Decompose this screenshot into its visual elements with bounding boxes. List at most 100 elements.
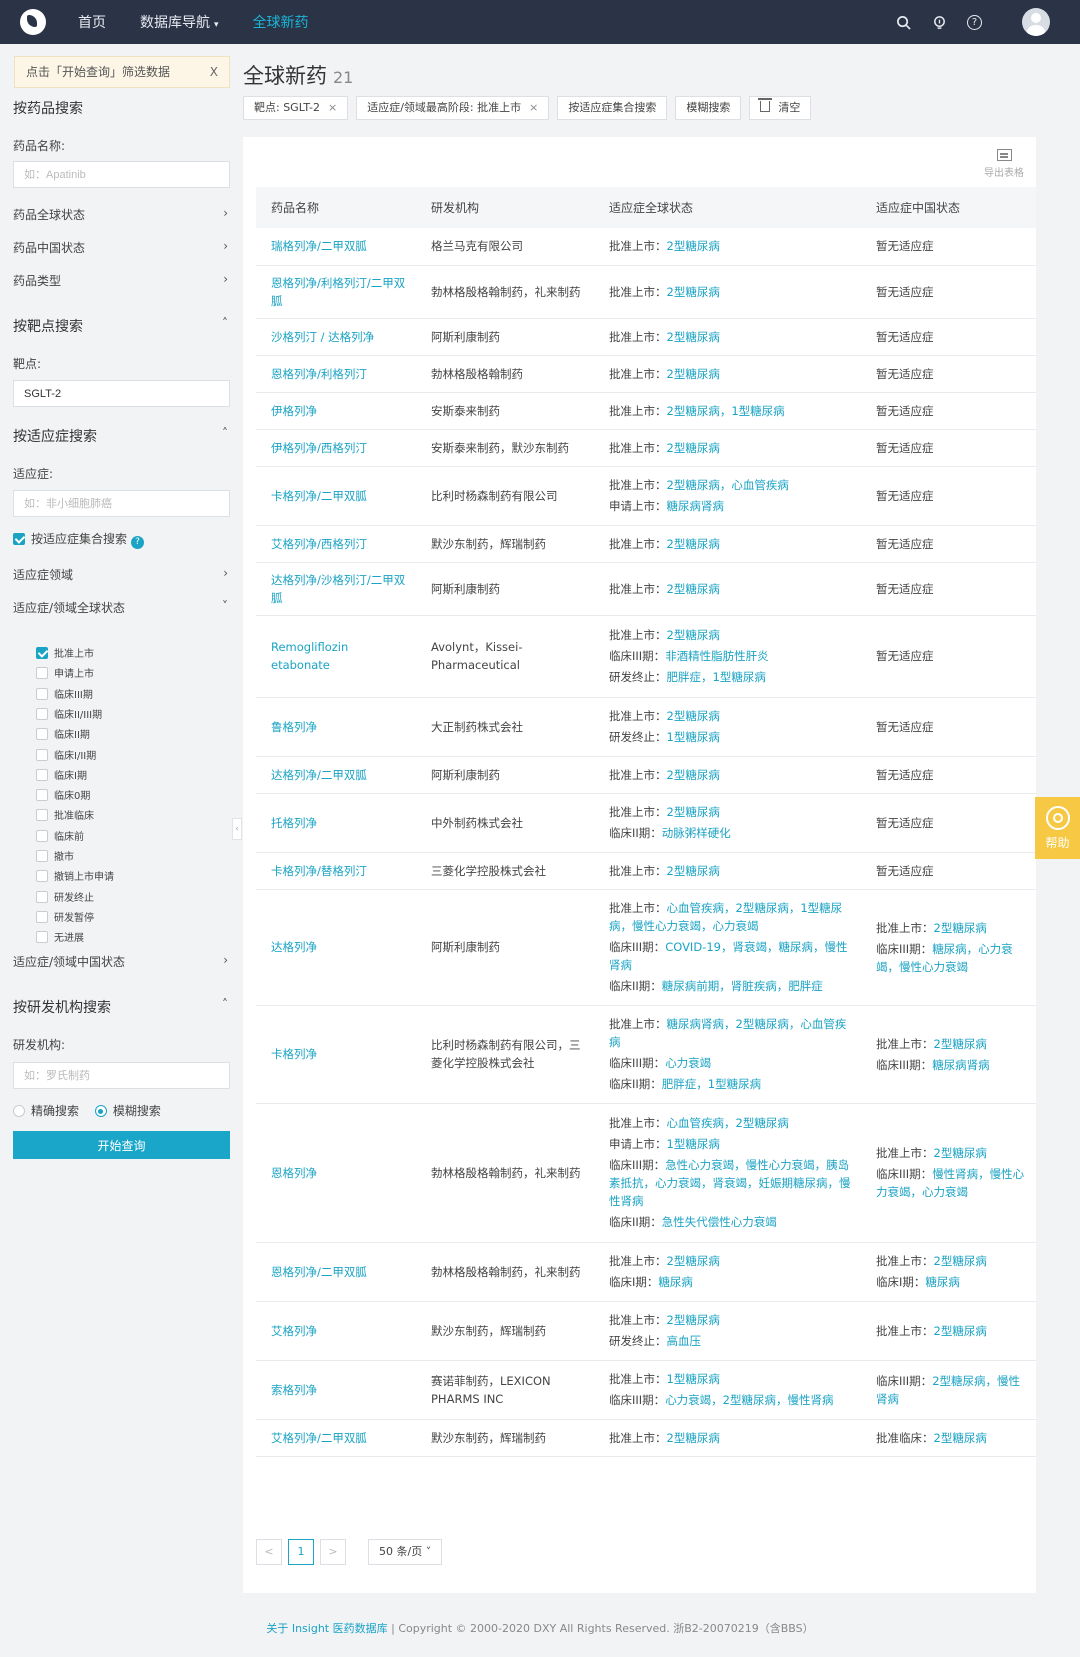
indication-link[interactable]: 急性失代偿性心力衰竭	[662, 1215, 777, 1229]
checkbox[interactable]	[36, 789, 48, 802]
indication-input[interactable]	[13, 490, 230, 517]
indication-link[interactable]: 心力衰竭	[665, 1056, 711, 1070]
drug-name-link[interactable]: 艾格列净	[256, 1301, 416, 1361]
indication-link[interactable]: 肥胖症，1型糖尿病	[667, 670, 766, 684]
indication-link[interactable]: 2型糖尿病	[667, 582, 720, 596]
indication-link[interactable]: 2型糖尿病	[667, 768, 720, 782]
indication-link[interactable]: 1型糖尿病	[667, 1372, 720, 1386]
checkbox[interactable]	[36, 667, 48, 680]
drug-name-input[interactable]	[13, 161, 230, 188]
checkbox[interactable]	[36, 910, 48, 923]
drug-name-link[interactable]: 瑞格列净/二甲双胍	[256, 228, 416, 266]
indication-link[interactable]: 糖尿病	[925, 1275, 960, 1289]
checkbox[interactable]	[36, 728, 48, 741]
indication-link[interactable]: 2型糖尿病，1型糖尿病	[667, 404, 785, 418]
drug-name-link[interactable]: 恩格列净/利格列汀/二甲双胍	[256, 265, 416, 319]
indication-link[interactable]: 2型糖尿病	[667, 1313, 720, 1327]
nav-database[interactable]: 数据库导航 ▾	[140, 12, 219, 32]
close-icon[interactable]: ×	[529, 101, 538, 114]
indication-link[interactable]: 2型糖尿病	[934, 1324, 987, 1338]
filter-chip[interactable]: 适应症/领域最高阶段: 批准上市 ×	[356, 96, 550, 120]
help-icon[interactable]: ?	[131, 536, 145, 549]
indication-link[interactable]: 肥胖症，1型糖尿病	[662, 1077, 761, 1091]
drug-name-link[interactable]: 达格列净/沙格列汀/二甲双胍	[256, 562, 416, 616]
indication-link[interactable]: 非酒精性脂肪性肝炎	[665, 649, 769, 663]
start-query-button[interactable]: 开始查询	[13, 1131, 230, 1159]
org-input[interactable]	[13, 1062, 230, 1089]
indication-link[interactable]: 2型糖尿病	[667, 628, 720, 642]
checkbox[interactable]	[36, 647, 48, 659]
indication-link[interactable]: 2型糖尿病	[934, 921, 987, 935]
indication-link[interactable]: 2型糖尿病	[667, 709, 720, 723]
drug-name-link[interactable]: 伊格列净/西格列汀	[256, 429, 416, 467]
lightbulb-icon[interactable]	[931, 14, 947, 30]
checkbox[interactable]	[36, 931, 48, 944]
drug-name-link[interactable]: 鲁格列净	[256, 697, 416, 757]
status-checkbox-item[interactable]: 批准上市	[36, 645, 94, 660]
checkbox[interactable]	[36, 707, 48, 720]
indication-link[interactable]: 糖尿病前期，肾脏疾病，肥胖症	[662, 979, 823, 993]
sidebar-collapse-toggle[interactable]: ‹	[232, 818, 242, 840]
indication-link[interactable]: 2型糖尿病	[667, 239, 720, 253]
status-checkbox-item[interactable]: 临床II期	[36, 726, 90, 741]
drug-name-link[interactable]: 卡格列净/二甲双胍	[256, 466, 416, 526]
indication-link[interactable]: 2型糖尿病	[934, 1037, 987, 1051]
indication-link[interactable]: 2型糖尿病	[667, 805, 720, 819]
status-checkbox-item[interactable]: 临床III期	[36, 686, 93, 701]
filter-drug-china-status[interactable]: 药品中国状态 ›	[13, 239, 230, 256]
indication-link[interactable]: 2型糖尿病	[934, 1254, 987, 1268]
help-float-button[interactable]: 帮助	[1035, 797, 1080, 859]
nav-global-drugs[interactable]: 全球新药	[253, 12, 309, 32]
fuzzy-search-radio[interactable]: 模糊搜索	[94, 1104, 161, 1118]
status-checkbox-item[interactable]: 临床0期	[36, 787, 90, 802]
close-icon[interactable]: X	[210, 57, 218, 87]
drug-name-link[interactable]: 达格列净	[256, 889, 416, 1006]
drug-name-link[interactable]: 沙格列汀 / 达格列净	[256, 318, 416, 356]
filter-indication-area[interactable]: 适应症领域 ›	[13, 566, 230, 583]
indication-link[interactable]: 心血管疾病，2型糖尿病	[667, 1116, 789, 1130]
page-size-select[interactable]: 50 条/页 ˅	[368, 1539, 443, 1565]
filter-indication-china-status[interactable]: 适应症/领域中国状态 ›	[13, 953, 230, 970]
drug-name-link[interactable]: 恩格列净	[256, 1103, 416, 1243]
drug-name-link[interactable]: 达格列净/二甲双胍	[256, 756, 416, 794]
checkbox[interactable]	[36, 829, 48, 842]
drug-name-link[interactable]: Remogliflozin etabonate	[256, 615, 416, 698]
checkbox[interactable]	[36, 809, 48, 822]
status-checkbox-item[interactable]: 撤销上市申请	[36, 868, 114, 883]
drug-name-link[interactable]: 恩格列净/利格列汀	[256, 355, 416, 393]
indication-link[interactable]: 高血压	[667, 1334, 702, 1348]
filter-chip[interactable]: 靶点: SGLT-2 ×	[243, 96, 349, 120]
page-1-button[interactable]: 1	[288, 1539, 314, 1565]
indication-link[interactable]: 糖尿病肾病	[932, 1058, 990, 1072]
filter-drug-type[interactable]: 药品类型 ›	[13, 272, 230, 289]
status-checkbox-item[interactable]: 临床II/III期	[36, 706, 102, 721]
indication-link[interactable]: 2型糖尿病	[667, 330, 720, 344]
status-checkbox-item[interactable]: 研发暂停	[36, 909, 94, 924]
checkbox[interactable]	[36, 890, 48, 903]
filter-drug-global-status[interactable]: 药品全球状态 ›	[13, 206, 230, 223]
indication-link[interactable]: 心力衰竭，2型糖尿病，慢性肾病	[665, 1393, 833, 1407]
search-icon[interactable]	[895, 14, 911, 30]
radio[interactable]	[13, 1105, 25, 1117]
indication-link[interactable]: 2型糖尿病，心血管疾病	[667, 478, 789, 492]
indication-set-search-checkbox[interactable]: 按适应症集合搜索?	[13, 530, 230, 549]
drug-name-link[interactable]: 恩格列净/二甲双胍	[256, 1242, 416, 1302]
indication-link[interactable]: 2型糖尿病	[667, 285, 720, 299]
target-search-header[interactable]: 按靶点搜索 ˄	[13, 316, 230, 336]
status-checkbox-item[interactable]: 临床I/II期	[36, 747, 96, 762]
checkbox[interactable]	[36, 768, 48, 781]
export-table-button[interactable]: 导出表格	[984, 149, 1024, 179]
drug-name-link[interactable]: 艾格列净/二甲双胍	[256, 1419, 416, 1457]
indication-link[interactable]: 2型糖尿病	[667, 367, 720, 381]
drug-name-link[interactable]: 索格列净	[256, 1360, 416, 1420]
avatar[interactable]	[1022, 8, 1050, 36]
exact-search-radio[interactable]: 精确搜索	[13, 1104, 79, 1118]
status-checkbox-item[interactable]: 无进展	[36, 929, 84, 944]
status-checkbox-item[interactable]: 撤市	[36, 848, 74, 863]
indication-link[interactable]: 2型糖尿病	[667, 537, 720, 551]
status-checkbox-item[interactable]: 批准临床	[36, 807, 94, 822]
indication-link[interactable]: 2型糖尿病	[667, 1254, 720, 1268]
indication-link[interactable]: 2型糖尿病	[667, 1431, 720, 1445]
checkbox[interactable]	[36, 850, 48, 862]
indication-link[interactable]: 2型糖尿病	[667, 441, 720, 455]
